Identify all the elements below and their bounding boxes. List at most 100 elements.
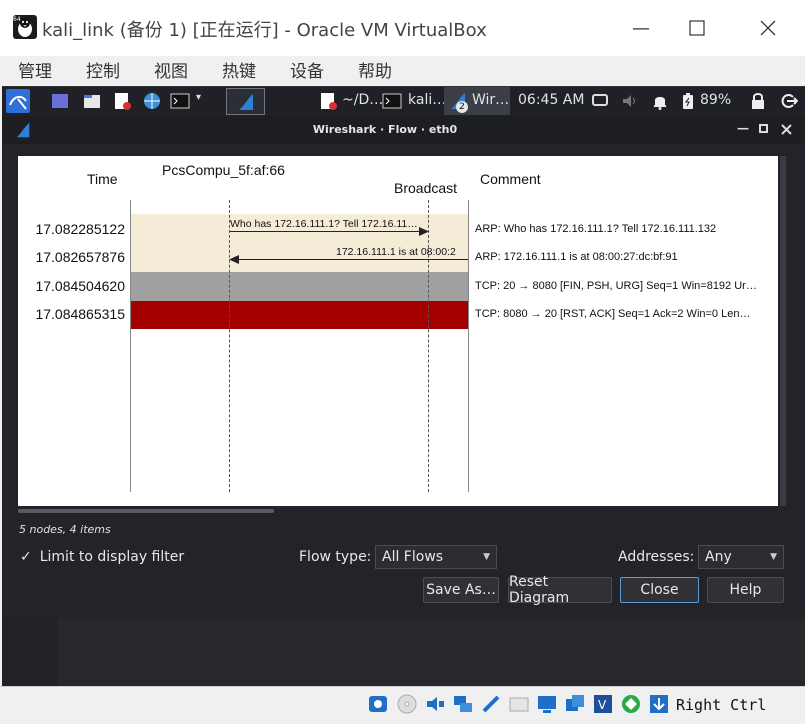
arrow-head-left-icon: [229, 255, 239, 264]
limit-filter-checkbox[interactable]: ✓ Limit to display filter: [20, 549, 184, 565]
flow-type-select[interactable]: All Flows ▼: [375, 545, 497, 569]
guest-additions-icon[interactable]: [620, 693, 642, 715]
video-capture-icon[interactable]: [564, 693, 586, 715]
web-browser-icon[interactable]: [142, 91, 162, 111]
close-icon: [760, 20, 776, 36]
wireshark-fin-icon: [239, 94, 253, 110]
battery-percent: 89%: [700, 92, 732, 108]
menu-hotkeys[interactable]: 热键: [222, 57, 256, 82]
network-icon[interactable]: [452, 693, 474, 715]
row-comment: TCP: 8080 → 20 [RST, ACK] Seq=1 Ack=2 Wi…: [475, 308, 751, 320]
audio-icon[interactable]: [424, 693, 446, 715]
menu-view[interactable]: 视图: [154, 57, 188, 82]
column-header-time: Time: [87, 171, 118, 187]
taskbar-item-editor[interactable]: ~/D…: [342, 92, 383, 108]
taskbar-item-terminal[interactable]: kali…: [408, 92, 446, 108]
taskbar-item-wireshark-label: Wir…: [472, 92, 510, 108]
virtualization-icon[interactable]: V: [592, 693, 614, 715]
optical-drive-icon[interactable]: [396, 693, 418, 715]
dialog-minimize-button[interactable]: —: [737, 121, 749, 135]
arrow-label: 172.16.111.1 is at 08:00:2: [336, 246, 456, 258]
checkmark-icon: ✓: [20, 549, 32, 565]
flow-diagram-canvas[interactable]: [18, 156, 778, 506]
row-time: 17.084865315: [35, 306, 125, 322]
save-as-button[interactable]: Save As…: [423, 577, 499, 603]
arrow-head-right-icon: [419, 227, 429, 236]
file-manager-icon[interactable]: [82, 91, 102, 111]
text-editor-icon[interactable]: [112, 91, 132, 111]
close-button[interactable]: Close: [620, 577, 699, 603]
shared-folders-icon[interactable]: [508, 693, 530, 715]
terminal-task-icon: [382, 93, 402, 109]
limit-filter-label: Limit to display filter: [39, 549, 185, 565]
addresses-value: Any: [705, 549, 732, 565]
terminal-icon[interactable]: [170, 91, 190, 111]
flow-arrow-line: [236, 259, 468, 260]
svg-text:V: V: [598, 698, 607, 712]
row-comment: TCP: 20 → 8080 [FIN, PSH, URG] Seq=1 Win…: [475, 280, 757, 292]
text-editor-task-icon: [321, 93, 337, 110]
row-time: 17.082657876: [35, 249, 125, 265]
vertical-scrollbar[interactable]: [780, 156, 786, 506]
column-header-node-broadcast: Broadcast: [394, 180, 458, 196]
dialog-title: Wireshark · Flow · eth0: [312, 123, 458, 136]
node-lifeline-broadcast: [428, 200, 429, 492]
chevron-down-icon: ▼: [483, 552, 490, 562]
vbox-menubar: [0, 56, 805, 86]
diagram-right-border: [468, 200, 469, 492]
column-header-comment: Comment: [480, 171, 541, 187]
show-desktop-icon[interactable]: [50, 91, 70, 111]
column-header-node-source: PcsCompu_5f:af:66: [162, 162, 285, 178]
menu-devices[interactable]: 设备: [290, 57, 324, 82]
menu-control[interactable]: 控制: [86, 57, 120, 82]
flow-arrow-line: [230, 231, 424, 232]
flow-type-value: All Flows: [382, 549, 444, 565]
clock[interactable]: 06:45 AM: [518, 92, 584, 108]
dialog-close-icon[interactable]: [781, 124, 792, 135]
svg-text:64: 64: [13, 16, 21, 23]
addresses-select[interactable]: Any ▼: [698, 545, 784, 569]
menu-help[interactable]: 帮助: [358, 57, 392, 82]
row-comment: ARP: 172.16.111.1 is at 08:00:27:dc:bf:9…: [475, 251, 678, 263]
hard-disk-icon[interactable]: [367, 693, 389, 715]
lock-screen-icon[interactable]: [748, 91, 768, 111]
logout-icon[interactable]: [778, 91, 798, 111]
flow-type-label: Flow type:: [299, 549, 372, 565]
addresses-label: Addresses:: [618, 549, 695, 565]
usb-icon[interactable]: [480, 693, 502, 715]
desktop-side-strip: [2, 618, 57, 686]
row-time: 17.084504620: [35, 278, 125, 294]
download-arrow-icon[interactable]: [648, 693, 670, 715]
kali-menu-icon[interactable]: [6, 89, 30, 113]
chevron-down-icon[interactable]: ▾: [196, 92, 201, 103]
menu-manage[interactable]: 管理: [18, 57, 52, 82]
desktop-area: [2, 618, 805, 686]
virtualbox-app-icon: 64: [13, 15, 37, 39]
notification-bell-icon[interactable]: [650, 91, 670, 111]
host-key-label: Right Ctrl: [676, 696, 767, 714]
volume-muted-icon[interactable]: [620, 91, 640, 111]
diagram-left-border: [130, 200, 131, 492]
window-count-badge: 2: [456, 101, 468, 113]
horizontal-scrollbar[interactable]: [18, 509, 274, 513]
dialog-maximize-button[interactable]: [759, 124, 768, 133]
workspace-button[interactable]: [226, 88, 265, 115]
maximize-icon: [689, 20, 705, 36]
window-title: kali_link (备份 1) [正在运行] - Oracle VM Virt…: [42, 20, 487, 41]
flow-row[interactable]: [131, 301, 468, 329]
battery-icon[interactable]: [678, 91, 698, 111]
flow-row[interactable]: [131, 272, 468, 301]
display-icon[interactable]: [590, 91, 610, 111]
maximize-button[interactable]: [674, 8, 720, 48]
node-lifeline-source: [229, 200, 230, 492]
arrow-label: Who has 172.16.111.1? Tell 172.16.11…: [230, 218, 418, 230]
reset-diagram-button[interactable]: Reset Diagram: [508, 574, 612, 606]
help-button[interactable]: Help: [707, 577, 784, 603]
row-comment: ARP: Who has 172.16.111.1? Tell 172.16.1…: [475, 223, 717, 235]
close-window-button[interactable]: [745, 8, 791, 48]
row-time: 17.082285122: [35, 221, 125, 237]
chevron-down-icon: ▼: [770, 552, 777, 562]
status-label: 5 nodes, 4 items: [19, 523, 111, 536]
display-settings-icon[interactable]: [536, 693, 558, 715]
minimize-button[interactable]: —: [618, 8, 664, 48]
